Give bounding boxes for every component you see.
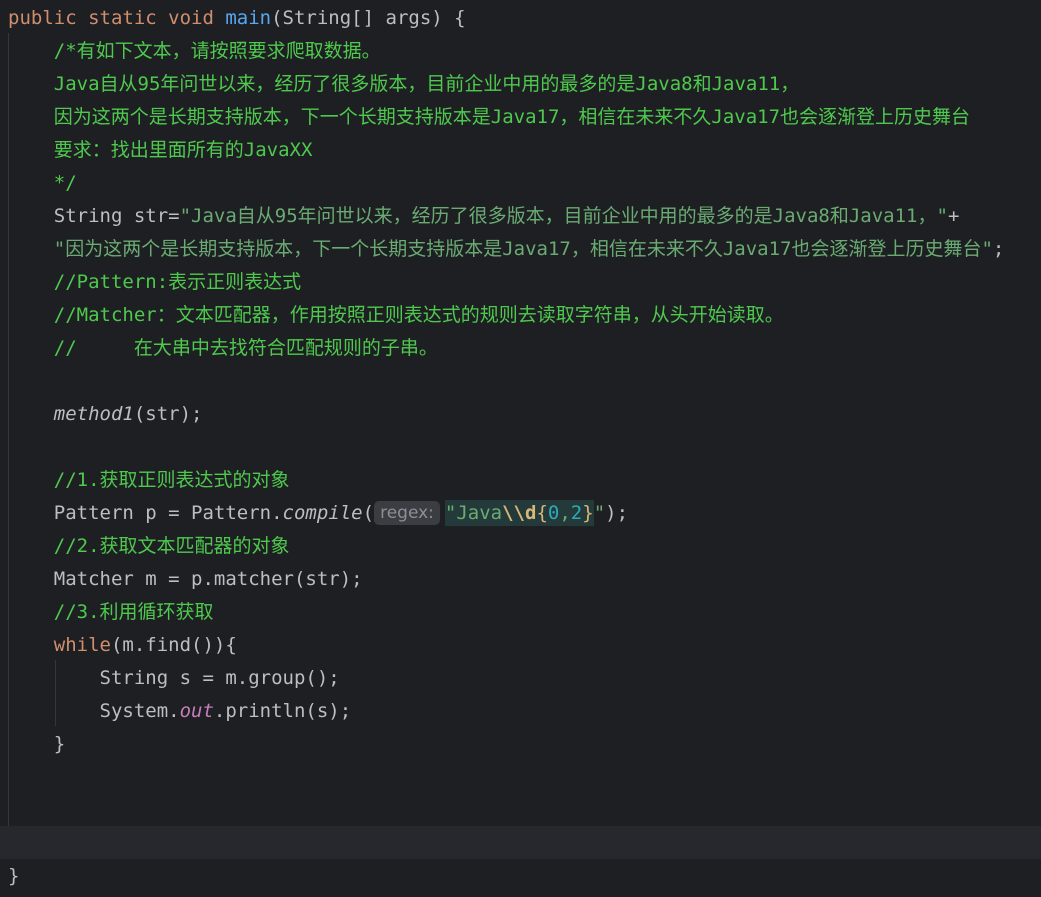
code-token: */ (8, 172, 77, 194)
code-line-13[interactable]: method1(str); (8, 398, 1041, 431)
code-line-27[interactable]: } (8, 860, 1041, 893)
code-token: //3.利用循环获取 (8, 601, 214, 623)
code-token: (str); (133, 403, 203, 425)
code-token: String str= (8, 205, 180, 227)
code-token: while (8, 634, 111, 656)
code-token: ; (992, 238, 1005, 260)
code-token: // 在大串中去找符合匹配规则的子串。 (8, 337, 438, 359)
code-token: .println(s); (213, 700, 352, 722)
code-token: 要求：找出里面所有的JavaXX (8, 139, 313, 161)
code-token: ); (605, 502, 629, 524)
code-token: //Matcher：文本匹配器，作用按照正则表达式的规则去读取字符串，从头开始读… (8, 304, 784, 326)
code-line-19[interactable]: //3.利用循环获取 (8, 596, 1041, 629)
code-token: + (947, 205, 960, 227)
code-line-26[interactable] (8, 827, 1041, 860)
code-line-20[interactable]: while(m.find()){ (8, 629, 1041, 662)
regex-token: { (536, 502, 548, 524)
code-token: main (225, 7, 272, 29)
code-line-9[interactable]: //Pattern:表示正则表达式 (8, 266, 1041, 299)
code-line-1[interactable]: public static void main(String[] args) { (8, 2, 1041, 35)
code-token: System. (8, 700, 180, 722)
code-line-14[interactable] (8, 431, 1041, 464)
code-token: 因为这两个是长期支持版本，下一个长期支持版本是Java17，相信在未来不久Jav… (8, 106, 971, 128)
parameter-hint: regex: (374, 501, 440, 525)
regex-token: \\d (502, 502, 537, 524)
code-line-21[interactable]: String s = m.group(); (8, 662, 1041, 695)
code-token: public static void (8, 7, 226, 29)
code-line-4[interactable]: 因为这两个是长期支持版本，下一个长期支持版本是Java17，相信在未来不久Jav… (8, 101, 1041, 134)
code-token: //2.获取文本匹配器的对象 (8, 535, 290, 557)
code-line-18[interactable]: Matcher m = p.matcher(str); (8, 563, 1041, 596)
regex-token: , (559, 502, 571, 524)
code-line-16[interactable]: Pattern p = Pattern.compile(regex: "Java\… (8, 497, 1041, 530)
code-line-6[interactable]: */ (8, 167, 1041, 200)
code-line-17[interactable]: //2.获取文本匹配器的对象 (8, 530, 1041, 563)
code-token: } (8, 865, 20, 887)
code-line-11[interactable]: // 在大串中去找符合匹配规则的子串。 (8, 332, 1041, 365)
code-line-15[interactable]: //1.获取正则表达式的对象 (8, 464, 1041, 497)
code-token: Java自从95年问世以来，经历了很多版本，目前企业中用的最多的是Java8和J… (8, 73, 800, 95)
code-token: String s = m.group(); (8, 667, 340, 689)
code-token: (String[] args) { (271, 7, 466, 29)
code-editor[interactable]: public static void main(String[] args) {… (0, 0, 1041, 897)
code-token: (m.find()){ (110, 634, 237, 656)
code-line-22[interactable]: System.out.println(s); (8, 695, 1041, 728)
code-line-3[interactable]: Java自从95年问世以来，经历了很多版本，目前企业中用的最多的是Java8和J… (8, 68, 1041, 101)
code-line-2[interactable]: /*有如下文本，请按照要求爬取数据。 (8, 35, 1041, 68)
code-line-23[interactable]: } (8, 728, 1041, 761)
code-line-12[interactable] (8, 365, 1041, 398)
code-token: ( (362, 502, 375, 524)
code-token: //1.获取正则表达式的对象 (8, 469, 290, 491)
code-line-7[interactable]: String str="Java自从95年问世以来，经历了很多版本，目前企业中用… (8, 200, 1041, 233)
regex-token: 0 (547, 502, 560, 524)
code-token: out (179, 700, 214, 722)
code-token: } (8, 733, 66, 755)
code-line-25[interactable] (8, 794, 1041, 827)
regex-literal: "Java\\d{0,2} (444, 500, 594, 526)
code-line-8[interactable]: "因为这两个是长期支持版本，下一个长期支持版本是Java17，相信在未来不久Ja… (8, 233, 1041, 266)
code-token: " (593, 502, 606, 524)
code-token: Matcher m = p.matcher(str); (8, 568, 363, 590)
code-token: //Pattern:表示正则表达式 (8, 271, 302, 293)
code-line-24[interactable] (8, 761, 1041, 794)
code-token: compile (282, 502, 363, 524)
code-line-10[interactable]: //Matcher：文本匹配器，作用按照正则表达式的规则去读取字符串，从头开始读… (8, 299, 1041, 332)
regex-token: } (582, 502, 594, 524)
code-line-5[interactable]: 要求：找出里面所有的JavaXX (8, 134, 1041, 167)
regex-token: "Java (444, 502, 503, 524)
code-token: "因为这两个是长期支持版本，下一个长期支持版本是Java17，相信在未来不久Ja… (8, 238, 993, 260)
code-token: /*有如下文本，请按照要求爬取数据。 (8, 40, 381, 62)
regex-token: 2 (570, 502, 583, 524)
code-token: "Java自从95年问世以来，经历了很多版本，目前企业中用的最多的是Java8和… (179, 205, 948, 227)
code-token: Pattern p = Pattern. (8, 502, 283, 524)
code-token: method1 (53, 403, 134, 425)
